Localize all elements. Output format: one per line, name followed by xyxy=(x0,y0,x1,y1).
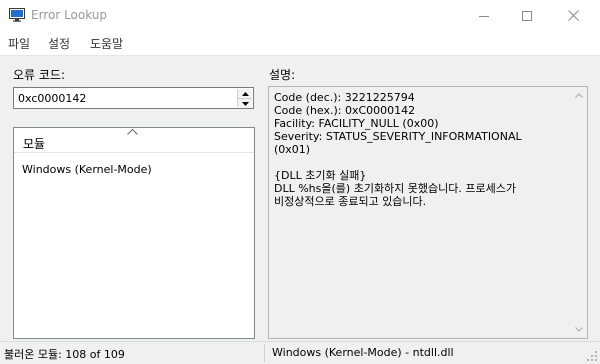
maximize-button[interactable] xyxy=(504,0,550,31)
spin-up-button[interactable] xyxy=(238,89,252,98)
error-code-label: 오류 코드: xyxy=(13,68,66,82)
modules-column-header[interactable]: 모듈 xyxy=(14,128,254,153)
menu-item-help[interactable]: 도움말 xyxy=(90,35,123,52)
menu-bar: 파일 설정 도움말 xyxy=(0,31,600,56)
description-scrollbar[interactable] xyxy=(570,87,587,338)
menu-item-file[interactable]: 파일 xyxy=(8,35,30,52)
minimize-icon xyxy=(479,15,489,17)
window-title: Error Lookup xyxy=(31,8,108,22)
error-lookup-window: Error Lookup 파일 설정 도움말 오류 코드: 0xc0000142… xyxy=(0,0,600,364)
triangle-down-icon xyxy=(241,101,249,106)
status-bar: 불러온 모듈: 108 of 109 Windows (Kernel-Mode)… xyxy=(0,341,600,364)
description-text: Code (dec.): 3221225794 Code (hex.): 0xC… xyxy=(274,91,522,208)
close-button[interactable] xyxy=(550,0,596,31)
chevron-down-icon xyxy=(574,327,583,332)
error-code-spinner[interactable] xyxy=(237,89,252,108)
title-bar[interactable]: Error Lookup xyxy=(0,0,600,31)
scroll-down-button[interactable] xyxy=(570,321,587,338)
triangle-up-icon xyxy=(241,91,249,96)
list-item-module[interactable]: Windows (Kernel-Mode) xyxy=(22,163,152,176)
error-code-input[interactable] xyxy=(18,90,228,106)
sort-ascending-icon xyxy=(127,129,138,135)
resize-grip-icon[interactable] xyxy=(587,351,598,362)
maximize-icon xyxy=(522,10,532,21)
modules-list[interactable]: 모듈 Windows (Kernel-Mode) xyxy=(13,127,255,339)
chevron-up-icon xyxy=(574,93,583,98)
status-current-module: Windows (Kernel-Mode) - ntdll.dll xyxy=(272,346,454,359)
modules-column-label: 모듈 xyxy=(23,137,46,151)
description-label: 설명: xyxy=(269,68,296,82)
spin-down-button[interactable] xyxy=(238,98,252,108)
status-divider xyxy=(264,344,265,362)
menu-item-settings[interactable]: 설정 xyxy=(48,35,70,52)
description-box[interactable]: Code (dec.): 3221225794 Code (hex.): 0xC… xyxy=(268,86,588,339)
scroll-up-button[interactable] xyxy=(570,87,587,104)
status-loaded-modules: 불러온 모듈: 108 of 109 xyxy=(4,348,125,361)
close-icon xyxy=(567,10,579,21)
error-code-field[interactable] xyxy=(13,87,254,109)
minimize-button[interactable] xyxy=(461,0,507,31)
monitor-icon xyxy=(9,8,25,22)
